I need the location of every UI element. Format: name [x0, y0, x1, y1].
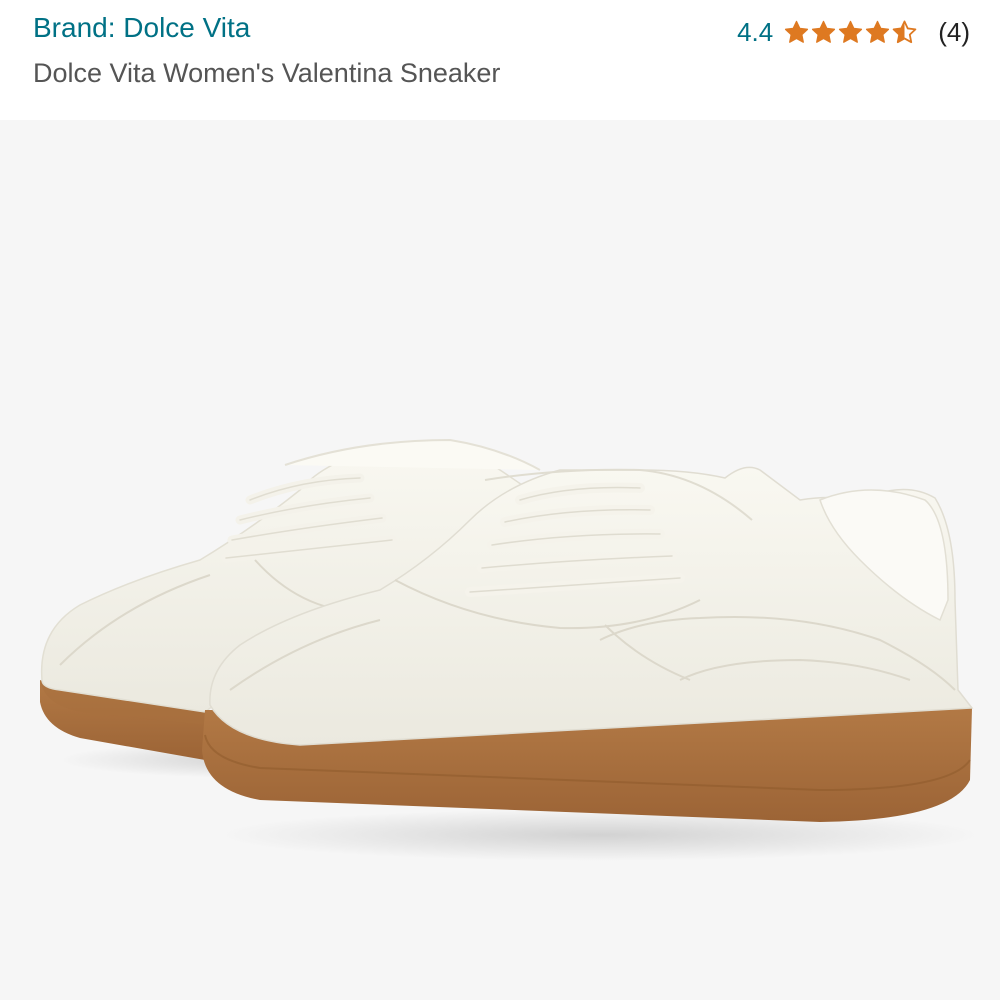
rating-summary[interactable]: 4.4 (4) [737, 14, 970, 50]
star-icon [812, 20, 836, 43]
star-half-icon [892, 20, 917, 43]
review-count[interactable]: (4) [938, 17, 970, 48]
star-icon [866, 20, 890, 43]
brand-link[interactable]: Brand: Dolce Vita [33, 12, 250, 44]
product-image[interactable] [0, 120, 1000, 1000]
rating-value: 4.4 [737, 16, 774, 47]
product-header: Brand: Dolce Vita Dolce Vita Women's Val… [0, 0, 1000, 120]
star-rating [783, 19, 918, 46]
star-icon [839, 20, 863, 43]
product-title: Dolce Vita Women's Valentina Sneaker [33, 58, 501, 88]
star-icon [785, 20, 809, 43]
sneaker-illustration [40, 438, 980, 861]
